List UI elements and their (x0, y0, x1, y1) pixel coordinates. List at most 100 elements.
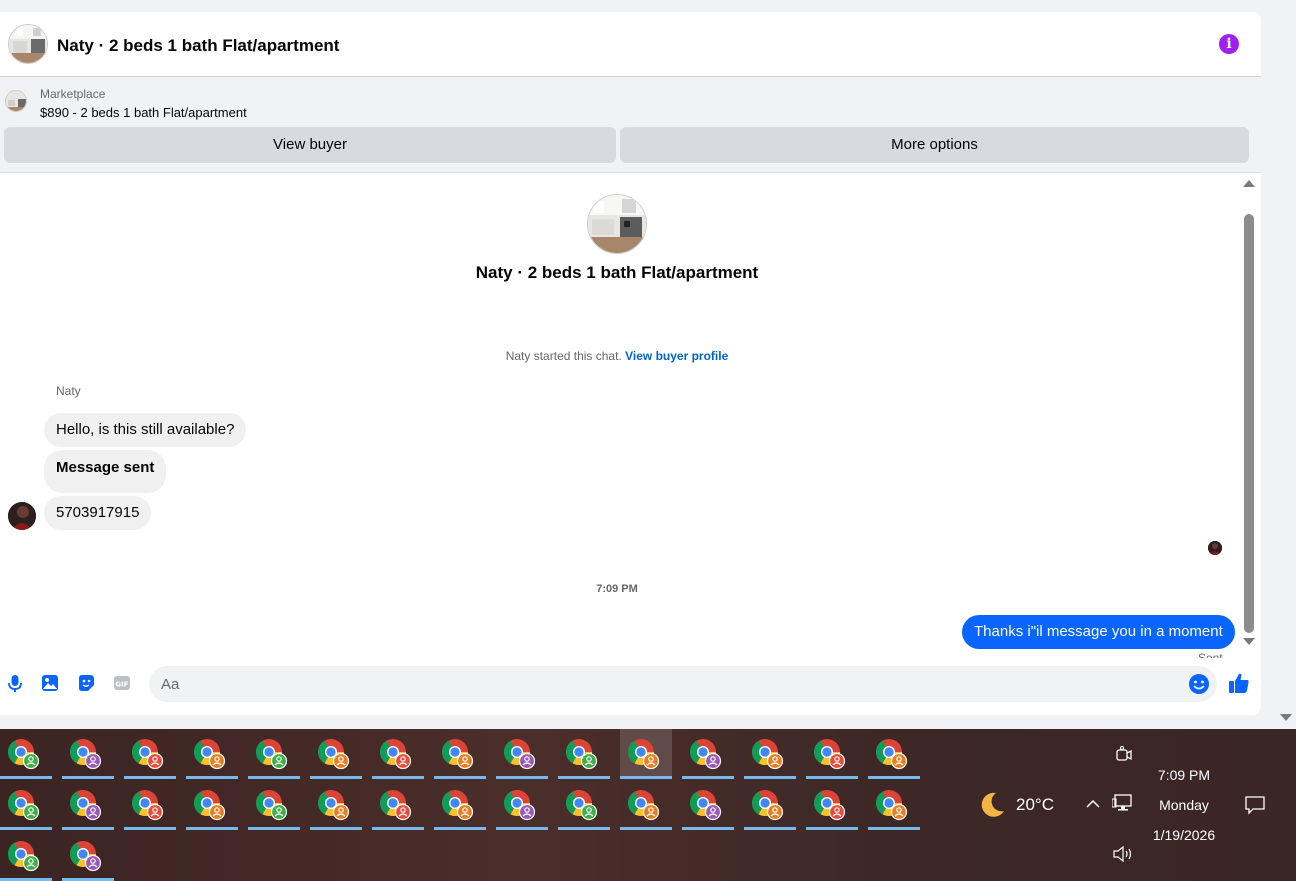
running-indicator (558, 827, 610, 830)
scroll-thumb[interactable] (1244, 214, 1254, 633)
chrome-taskbar-button[interactable] (0, 780, 52, 830)
chrome-icon (255, 739, 288, 770)
notification-center-icon[interactable] (1244, 795, 1266, 815)
clock-date[interactable]: 1/19/2026 (1140, 827, 1228, 843)
chrome-taskbar-button[interactable] (248, 729, 300, 779)
message-input[interactable] (149, 666, 1217, 702)
svg-text:GIF: GIF (115, 681, 128, 689)
clock-time[interactable]: 7:09 PM (1140, 767, 1228, 783)
running-indicator (62, 827, 114, 830)
chrome-icon (689, 790, 722, 821)
message-scrollbar[interactable] (1241, 178, 1257, 650)
chrome-taskbar-button[interactable] (372, 729, 424, 779)
chrome-icon (751, 790, 784, 821)
chrome-taskbar-button[interactable] (62, 780, 114, 830)
chrome-taskbar-button[interactable] (496, 780, 548, 830)
weather-temperature[interactable]: 20°C (1016, 795, 1054, 815)
chrome-taskbar-button[interactable] (124, 780, 176, 830)
listing-bar: Marketplace $890 - 2 beds 1 bath Flat/ap… (0, 77, 1261, 173)
scroll-up-arrow-icon[interactable] (1243, 180, 1255, 187)
gif-icon[interactable]: GIF (112, 673, 132, 693)
chevron-up-icon[interactable] (1084, 795, 1102, 813)
chrome-taskbar-button[interactable] (744, 780, 796, 830)
view-buyer-profile-link[interactable]: View buyer profile (625, 349, 728, 363)
moon-weather-icon[interactable] (976, 789, 1008, 821)
emoji-icon[interactable] (1188, 673, 1210, 695)
chrome-taskbar-button[interactable] (868, 780, 920, 830)
running-indicator (682, 776, 734, 779)
incoming-message[interactable]: Message sent (44, 450, 167, 493)
chrome-taskbar-button[interactable] (620, 780, 672, 830)
chrome-taskbar-button[interactable] (124, 729, 176, 779)
view-buyer-button[interactable]: View buyer (4, 127, 616, 163)
microphone-icon[interactable] (5, 673, 25, 693)
info-icon[interactable]: i (1219, 34, 1239, 54)
running-indicator (248, 827, 300, 830)
chrome-taskbar-button[interactable] (62, 729, 114, 779)
chrome-taskbar-button[interactable] (248, 780, 300, 830)
running-indicator (868, 776, 920, 779)
chrome-taskbar-button[interactable] (310, 780, 362, 830)
photo-icon[interactable] (40, 673, 60, 693)
network-icon[interactable] (1112, 793, 1134, 813)
chrome-icon (875, 790, 908, 821)
page-scroll-down-arrow-icon[interactable] (1280, 714, 1292, 721)
volume-icon[interactable] (1112, 845, 1134, 863)
chrome-taskbar-button[interactable] (434, 729, 486, 779)
chrome-taskbar-button[interactable] (434, 780, 486, 830)
incoming-message[interactable]: 5703917915 (44, 496, 152, 530)
running-indicator (806, 827, 858, 830)
sender-avatar[interactable] (8, 502, 36, 530)
chrome-taskbar-button[interactable] (682, 729, 734, 779)
chrome-icon (441, 790, 474, 821)
running-indicator (372, 827, 424, 830)
chrome-taskbar-button[interactable] (620, 729, 672, 779)
chrome-taskbar-button[interactable] (372, 780, 424, 830)
chrome-taskbar-button[interactable] (806, 780, 858, 830)
chrome-icon (7, 841, 40, 872)
listing-thumbnail[interactable] (5, 90, 27, 112)
chrome-taskbar-button[interactable] (868, 729, 920, 779)
chat-title[interactable]: Naty · 2 beds 1 bath Flat/apartment (57, 36, 339, 56)
chrome-icon (379, 739, 412, 770)
chrome-icon (131, 739, 164, 770)
listing-price-title[interactable]: $890 - 2 beds 1 bath Flat/apartment (40, 105, 247, 120)
running-indicator (0, 827, 52, 830)
chrome-taskbar-button[interactable] (186, 729, 238, 779)
chrome-taskbar-button[interactable] (806, 729, 858, 779)
chrome-icon (875, 739, 908, 770)
chrome-icon (689, 739, 722, 770)
chrome-icon (317, 739, 350, 770)
chrome-icon (379, 790, 412, 821)
chrome-icon (441, 739, 474, 770)
chrome-taskbar-button[interactable] (0, 729, 52, 779)
chrome-taskbar-button[interactable] (558, 729, 610, 779)
incoming-message[interactable]: Hello, is this still available? (44, 413, 247, 447)
running-indicator (558, 776, 610, 779)
more-options-button[interactable]: More options (620, 127, 1249, 163)
chrome-taskbar-button[interactable] (186, 780, 238, 830)
scroll-down-arrow-icon[interactable] (1243, 638, 1255, 645)
meet-now-icon[interactable] (1115, 745, 1133, 763)
chrome-taskbar-button[interactable] (558, 780, 610, 830)
thumbs-up-icon[interactable] (1227, 671, 1251, 695)
chrome-taskbar-button[interactable] (496, 729, 548, 779)
outgoing-message[interactable]: Thanks i"il message you in a moment (962, 615, 1235, 649)
clock-day[interactable]: Monday (1140, 797, 1228, 813)
running-indicator (186, 827, 238, 830)
chrome-icon (69, 841, 102, 872)
chrome-taskbar-button[interactable] (682, 780, 734, 830)
conversation-title: Naty · 2 beds 1 bath Flat/apartment (475, 263, 759, 282)
chrome-taskbar-button[interactable] (62, 831, 114, 881)
running-indicator (310, 776, 362, 779)
chrome-icon (565, 739, 598, 770)
message-timestamp: 7:09 PM (596, 583, 638, 595)
chrome-taskbar-button[interactable] (744, 729, 796, 779)
chrome-taskbar-button[interactable] (0, 831, 52, 881)
system-tray: 20°C 7:09 PM Monday 1/19/2026 (960, 729, 1296, 881)
chrome-taskbar-button[interactable] (310, 729, 362, 779)
chat-started-text: Naty started this chat. (505, 349, 622, 363)
sticker-icon[interactable] (76, 673, 96, 693)
listing-avatar[interactable] (8, 24, 48, 64)
running-indicator (434, 827, 486, 830)
